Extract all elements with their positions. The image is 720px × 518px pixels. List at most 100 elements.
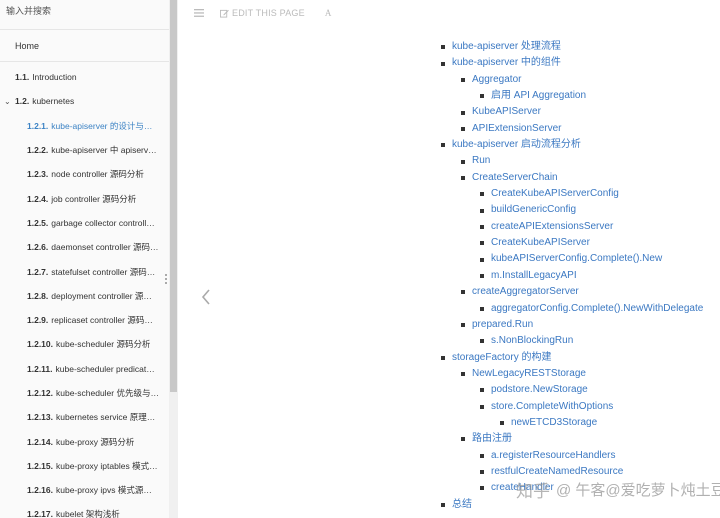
toc-link[interactable]: NewLegacyRESTStorage bbox=[472, 366, 586, 382]
sidebar-item[interactable]: 1.2.14. kube-proxy 源码分析 bbox=[0, 429, 177, 453]
sidebar-item-label: kube-proxy ipvs 模式源码分析 bbox=[56, 485, 159, 496]
sidebar-item-label: node controller 源码分析 bbox=[51, 169, 144, 180]
sidebar-item[interactable]: 1.2.3. node controller 源码分析 bbox=[0, 162, 177, 186]
font-settings-button[interactable]: A bbox=[325, 8, 332, 18]
edit-page-button[interactable]: EDIT THIS PAGE bbox=[220, 8, 305, 18]
toc-item: buildGenericConfig bbox=[432, 202, 703, 218]
sidebar-item-number: 1.2.1. bbox=[27, 120, 49, 131]
sidebar: Home 1.1.Introduction⌄1.2.kubernetes1.2.… bbox=[0, 0, 178, 518]
sidebar-item-label: kube-proxy 源码分析 bbox=[56, 436, 135, 447]
bullet-icon bbox=[461, 372, 465, 377]
toc-link[interactable]: aggregatorConfig.Complete().NewWithDeleg… bbox=[491, 301, 703, 317]
sidebar-item[interactable]: 1.2.10. kube-scheduler 源码分析 bbox=[0, 332, 177, 356]
sidebar-item[interactable]: 1.2.15.kube-proxy iptables 模式源码分析 bbox=[0, 454, 177, 478]
toc-item: CreateKubeAPIServer bbox=[432, 235, 703, 251]
sidebar-item-number: 1.2.12. bbox=[27, 388, 53, 398]
sidebar-item-number: 1.2.15. bbox=[27, 460, 53, 471]
sidebar-item[interactable]: 1.2.8. deployment controller 源码分析 bbox=[0, 284, 177, 308]
toc-link[interactable]: createAggregatorServer bbox=[472, 284, 579, 300]
bullet-icon bbox=[441, 143, 445, 148]
sidebar-item[interactable]: 1.2.2.kube-apiserver 中 apiserver service… bbox=[0, 138, 177, 162]
bullet-icon bbox=[480, 306, 484, 311]
bullet-icon bbox=[461, 323, 465, 328]
sidebar-item-number: 1.2.5. bbox=[27, 217, 49, 228]
bullet-icon bbox=[461, 159, 465, 164]
sidebar-item[interactable]: ⌄ 1.2. kubernetes bbox=[0, 89, 177, 113]
scrollbar-thumb[interactable] bbox=[170, 0, 177, 392]
search-input[interactable] bbox=[6, 6, 166, 16]
sidebar-item[interactable]: 1.2.9. replicaset controller 源码分析 bbox=[0, 308, 177, 332]
toc-link[interactable]: podstore.NewStorage bbox=[491, 382, 588, 398]
toc-link[interactable]: kube-apiserver 中的组件 bbox=[452, 55, 561, 71]
sidebar-item-number: 1.2.7. bbox=[27, 266, 49, 277]
bullet-icon bbox=[480, 339, 484, 344]
bullet-icon bbox=[480, 453, 484, 458]
toc-link[interactable]: Run bbox=[472, 153, 490, 169]
toc-link[interactable]: storageFactory 的构建 bbox=[452, 350, 551, 366]
toc-link[interactable]: CreateKubeAPIServerConfig bbox=[491, 186, 619, 202]
toc-item: Run bbox=[432, 153, 703, 169]
toc-link[interactable]: kube-apiserver 处理流程 bbox=[452, 39, 561, 55]
sidebar-item[interactable]: 1.2.4. job controller 源码分析 bbox=[0, 186, 177, 210]
search-box[interactable] bbox=[0, 0, 177, 30]
sidebar-item[interactable]: 1.2.17. kubelet 架构浅析 bbox=[0, 502, 177, 518]
sidebar-item[interactable]: 1.1. Introduction bbox=[0, 65, 177, 89]
bullet-icon bbox=[480, 388, 484, 393]
toc-link[interactable]: m.InstallLegacyAPI bbox=[491, 268, 577, 284]
sidebar-item-home[interactable]: Home bbox=[0, 30, 177, 62]
toc-item: KubeAPIServer bbox=[432, 104, 703, 120]
toc-item: Aggregator bbox=[432, 72, 703, 88]
sidebar-item[interactable]: 1.2.6. daemonset controller 源码分析 bbox=[0, 235, 177, 259]
toc-link[interactable]: Aggregator bbox=[472, 72, 521, 88]
bullet-icon bbox=[441, 61, 445, 66]
toc-link[interactable]: buildGenericConfig bbox=[491, 202, 576, 218]
sidebar-item[interactable]: 1.2.5.garbage collector controller 源码分析 bbox=[0, 211, 177, 235]
sidebar-item-label: Introduction bbox=[32, 72, 77, 83]
bullet-icon bbox=[500, 421, 504, 426]
toc-item: aggregatorConfig.Complete().NewWithDeleg… bbox=[432, 301, 703, 317]
toc-link[interactable]: CreateKubeAPIServer bbox=[491, 235, 590, 251]
toc-link[interactable]: 总结 bbox=[452, 497, 472, 513]
sidebar-item[interactable]: 1.2.11.kube-scheduler predicates 调度算法源码分… bbox=[0, 357, 177, 381]
sidebar-item[interactable]: 1.2.12.kube-scheduler 优先级与抢占机制源码分析 bbox=[0, 381, 177, 405]
previous-page-arrow-icon[interactable] bbox=[199, 286, 213, 308]
sidebar-item-number: 1.2.13. bbox=[27, 412, 53, 423]
toc-link[interactable]: KubeAPIServer bbox=[472, 104, 541, 120]
toc-link[interactable]: createAPIExtensionsServer bbox=[491, 219, 613, 235]
toc-link[interactable]: APIExtensionServer bbox=[472, 121, 562, 137]
chevron-down-icon[interactable]: ⌄ bbox=[4, 97, 15, 106]
bullet-icon bbox=[480, 208, 484, 213]
bullet-icon bbox=[461, 110, 465, 115]
toc-link[interactable]: CreateServerChain bbox=[472, 170, 558, 186]
sidebar-item[interactable]: 1.2.1. kube-apiserver 的设计与实现 bbox=[0, 114, 177, 138]
bullet-icon bbox=[461, 437, 465, 442]
sidebar-item[interactable]: 1.2.16. kube-proxy ipvs 模式源码分析 bbox=[0, 478, 177, 502]
sidebar-item[interactable]: 1.2.13. kubernetes service 原理解析 bbox=[0, 405, 177, 429]
toc-item: createAggregatorServer bbox=[432, 284, 703, 300]
toolbar: EDIT THIS PAGE A bbox=[180, 0, 720, 26]
toc-link[interactable]: 启用 API Aggregation bbox=[491, 88, 586, 104]
toc-link[interactable]: s.NonBlockingRun bbox=[491, 333, 573, 349]
toc-link[interactable]: newETCD3Storage bbox=[511, 415, 597, 431]
toc-link[interactable]: kubeAPIServerConfig.Complete().New bbox=[491, 251, 662, 267]
bullet-icon bbox=[461, 175, 465, 180]
bullet-icon bbox=[480, 470, 484, 475]
sidebar-item-label: kube-apiserver 的设计与实现 bbox=[51, 120, 159, 131]
sidebar-item[interactable]: 1.2.7. statefulset controller 源码分析 bbox=[0, 259, 177, 283]
toc-link[interactable]: prepared.Run bbox=[472, 317, 533, 333]
watermark-user: @ 午客@爱吃萝卜炖土豆 bbox=[556, 482, 720, 499]
toc-item: prepared.Run bbox=[432, 317, 703, 333]
page-toc: kube-apiserver 处理流程 kube-apiserver 中的组件 Ag… bbox=[432, 39, 703, 513]
toc-link[interactable]: a.registerResourceHandlers bbox=[491, 448, 616, 464]
sidebar-item-number: 1.2. bbox=[15, 96, 30, 107]
toc-link[interactable]: 路由注册 bbox=[472, 431, 512, 447]
toc-item: NewLegacyRESTStorage bbox=[432, 366, 703, 382]
toc-link[interactable]: store.CompleteWithOptions bbox=[491, 399, 613, 415]
toc-item: kube-apiserver 处理流程 bbox=[432, 39, 703, 55]
toc-link[interactable]: kube-apiserver 启动流程分析 bbox=[452, 137, 581, 153]
toc-item: kube-apiserver 启动流程分析 bbox=[432, 137, 703, 153]
resize-grip[interactable] bbox=[165, 274, 168, 286]
bullet-icon bbox=[480, 273, 484, 278]
toc-item: s.NonBlockingRun bbox=[432, 333, 703, 349]
hamburger-icon[interactable] bbox=[192, 6, 206, 20]
